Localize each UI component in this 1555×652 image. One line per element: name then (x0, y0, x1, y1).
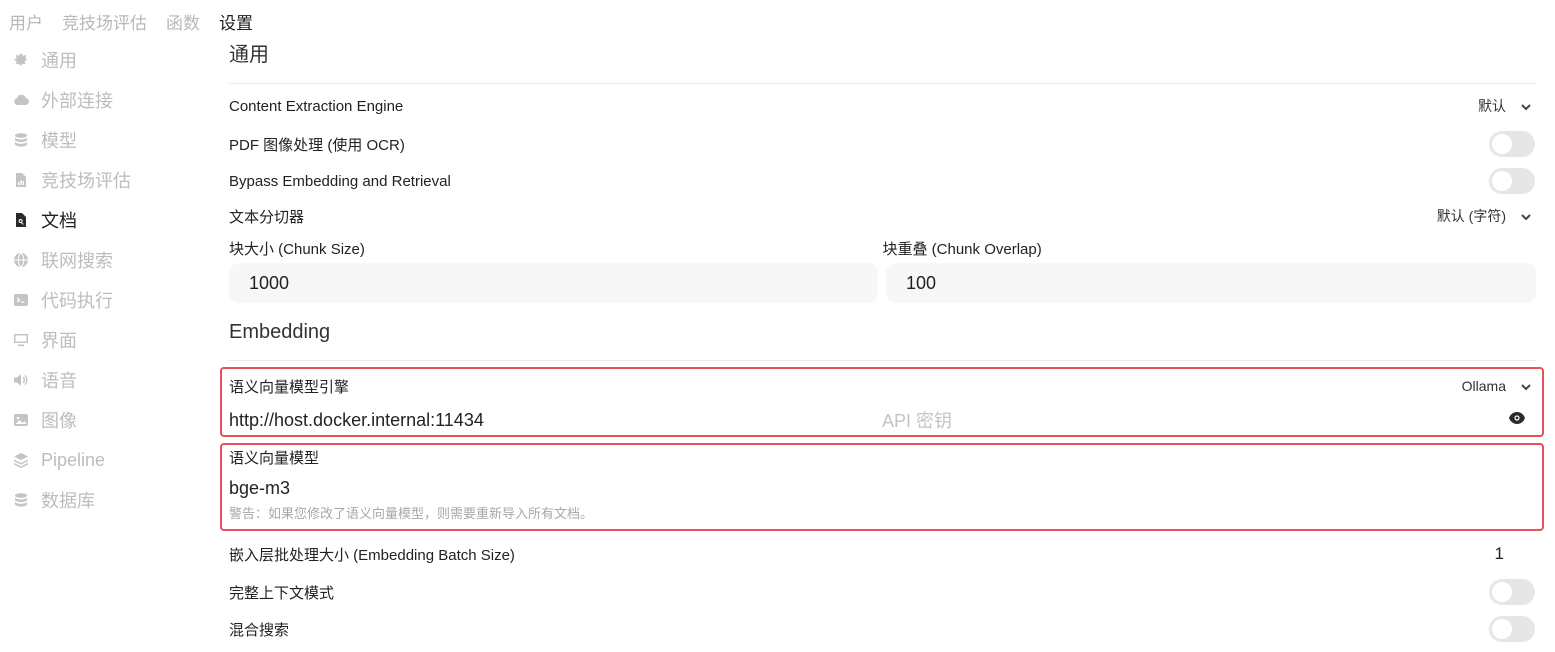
extraction-engine-label: Content Extraction Engine (229, 97, 404, 115)
full-context-toggle[interactable] (1489, 579, 1535, 605)
embedding-model-input[interactable]: bge-m3 (229, 476, 1529, 500)
sidebar-item-label: 图像 (41, 411, 77, 431)
api-key-input[interactable]: API 密钥 (882, 407, 1508, 433)
sidebar-item-code-execution[interactable]: 代码执行 (12, 280, 202, 320)
tab-functions[interactable]: 函数 (166, 9, 200, 34)
sidebar-item-label: 文档 (41, 211, 77, 231)
chunk-size-label: 块大小 (Chunk Size) (229, 240, 365, 258)
extraction-engine-select[interactable]: 默认 (1478, 96, 1536, 116)
speaker-icon (12, 371, 30, 389)
toggle-knob (1492, 619, 1512, 639)
settings-sidebar: 通用 外部连接 模型 竞技场评估 文档 联网搜索 代码执行 界面 语音 图像 P… (12, 40, 202, 520)
monitor-icon (12, 331, 30, 349)
sidebar-item-models[interactable]: 模型 (12, 120, 202, 160)
full-context-row: 完整上下文模式 (229, 578, 1536, 606)
sidebar-item-label: 模型 (41, 131, 77, 151)
documents-settings-panel: 通用 Content Extraction Engine 默认 PDF 图像处理… (229, 40, 1536, 361)
sidebar-item-audio[interactable]: 语音 (12, 360, 202, 400)
sidebar-item-label: Pipeline (41, 449, 106, 470)
embedding-model-warning: 警告：如果您修改了语义向量模型，则需要重新导入所有文档。 (229, 506, 594, 521)
text-splitter-select[interactable]: 默认 (字符) (1437, 206, 1536, 226)
bypass-embedding-label: Bypass Embedding and Retrieval (229, 172, 451, 190)
general-section-title: 通用 (229, 44, 269, 66)
chunk-overlap-label: 块重叠 (Chunk Overlap) (882, 240, 1042, 258)
chunk-size-input[interactable]: 1000 (229, 263, 878, 303)
hybrid-search-toggle[interactable] (1489, 616, 1535, 642)
sidebar-item-pipeline[interactable]: Pipeline (12, 440, 202, 480)
sidebar-item-label: 界面 (41, 331, 77, 351)
batch-size-label: 嵌入层批处理大小 (Embedding Batch Size) (229, 546, 515, 564)
database-icon (12, 491, 30, 509)
chevron-down-icon (1520, 210, 1532, 222)
bypass-embedding-row: Bypass Embedding and Retrieval (229, 160, 1536, 202)
tab-users[interactable]: 用户 (9, 9, 43, 34)
sidebar-item-label: 竞技场评估 (41, 171, 131, 191)
sidebar-item-label: 数据库 (41, 491, 95, 511)
database-icon (12, 131, 30, 149)
tab-arena-evaluation[interactable]: 竞技场评估 (62, 9, 147, 34)
text-splitter-value: 默认 (字符) (1436, 208, 1506, 224)
embedding-connection-row: http://host.docker.internal:11434 API 密钥 (229, 406, 1536, 434)
sidebar-item-connections[interactable]: 外部连接 (12, 80, 202, 120)
chevron-down-icon (1520, 380, 1532, 392)
hybrid-search-label: 混合搜索 (229, 621, 290, 639)
sidebar-item-label: 语音 (41, 371, 77, 391)
chart-document-icon (12, 171, 30, 189)
hybrid-search-row: 混合搜索 (229, 615, 1536, 643)
divider (229, 360, 1536, 361)
sidebar-item-label: 联网搜索 (41, 251, 113, 271)
sidebar-item-label: 通用 (41, 51, 77, 71)
extraction-engine-row: Content Extraction Engine 默认 (229, 84, 1536, 128)
image-icon (12, 411, 30, 429)
toggle-knob (1492, 171, 1512, 191)
sidebar-item-database[interactable]: 数据库 (12, 480, 202, 520)
text-splitter-row: 文本分切器 默认 (字符) (229, 202, 1536, 230)
toggle-knob (1492, 134, 1512, 154)
document-search-icon (12, 211, 30, 229)
layers-icon (12, 451, 30, 469)
embedding-engine-label: 语义向量模型引擎 (229, 378, 350, 396)
embedding-engine-select[interactable]: Ollama (1462, 378, 1536, 394)
bypass-embedding-toggle[interactable] (1489, 168, 1535, 194)
full-context-label: 完整上下文模式 (229, 584, 335, 602)
embedding-model-label: 语义向量模型 (229, 450, 320, 467)
chevron-down-icon (1520, 100, 1532, 112)
sidebar-item-web-search[interactable]: 联网搜索 (12, 240, 202, 280)
toggle-knob (1492, 582, 1512, 602)
pdf-ocr-toggle[interactable] (1489, 131, 1535, 157)
embedding-section-title: Embedding (229, 321, 331, 343)
gear-icon (12, 51, 30, 69)
sidebar-item-general[interactable]: 通用 (12, 40, 202, 80)
text-splitter-label: 文本分切器 (229, 208, 305, 226)
extraction-engine-value: 默认 (1478, 98, 1506, 114)
sidebar-item-label: 外部连接 (41, 91, 113, 111)
sidebar-item-label: 代码执行 (41, 291, 113, 311)
eye-icon[interactable] (1508, 411, 1526, 430)
sidebar-item-images[interactable]: 图像 (12, 400, 202, 440)
embedding-engine-value: Ollama (1461, 378, 1506, 394)
embedding-engine-row: 语义向量模型引擎 Ollama (229, 374, 1536, 398)
pdf-ocr-label: PDF 图像处理 (使用 OCR) (229, 136, 405, 154)
chunk-inputs: 1000 100 (229, 263, 1536, 303)
pdf-ocr-row: PDF 图像处理 (使用 OCR) (229, 128, 1536, 160)
top-tabs: 用户 竞技场评估 函数 设置 (9, 9, 272, 33)
tab-settings[interactable]: 设置 (219, 9, 253, 34)
chunk-overlap-input[interactable]: 100 (886, 263, 1536, 303)
chunk-labels: 块大小 (Chunk Size) 块重叠 (Chunk Overlap) (229, 237, 1536, 259)
globe-icon (12, 251, 30, 269)
sidebar-item-documents[interactable]: 文档 (12, 200, 202, 240)
batch-size-input[interactable]: 1 (1495, 544, 1504, 564)
batch-size-row: 嵌入层批处理大小 (Embedding Batch Size) 1 (229, 541, 1536, 567)
ollama-url-input[interactable]: http://host.docker.internal:11434 (229, 410, 882, 431)
sidebar-item-arena[interactable]: 竞技场评估 (12, 160, 202, 200)
sidebar-item-interface[interactable]: 界面 (12, 320, 202, 360)
terminal-icon (12, 291, 30, 309)
cloud-icon (12, 91, 30, 109)
